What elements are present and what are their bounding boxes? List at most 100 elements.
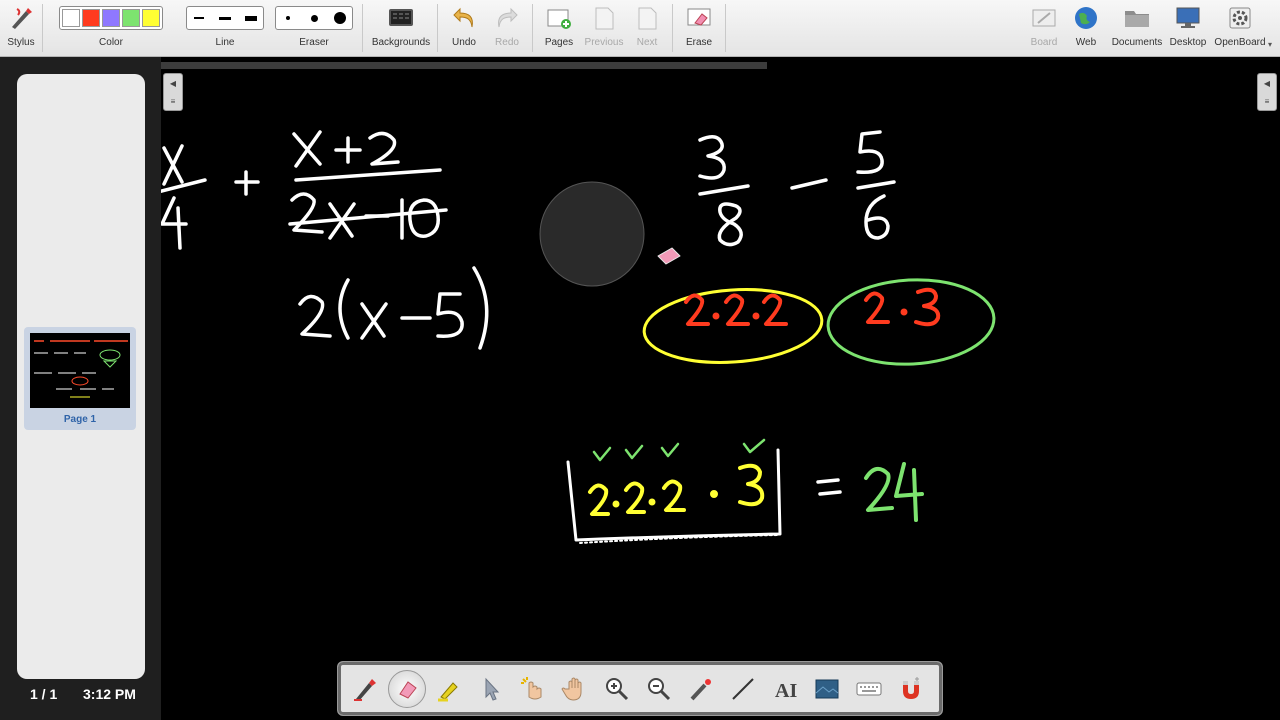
pointer-circle <box>539 181 645 287</box>
fraction-1 <box>161 144 207 250</box>
virtual-keyboard-button[interactable] <box>850 670 888 708</box>
open-paren <box>338 278 350 340</box>
next-label: Next <box>636 37 658 48</box>
factor-8-dot-b <box>752 312 760 320</box>
color-swatch-purple[interactable] <box>102 9 120 27</box>
lcd-factor-2a <box>588 483 610 516</box>
fraction-4 <box>856 130 896 240</box>
lcd-factor-2b <box>624 481 646 514</box>
fraction-2-digit-2 <box>368 131 400 166</box>
strike-through <box>288 208 448 226</box>
openboard-menu-button[interactable]: OpenBoard <box>1212 4 1268 54</box>
pages-button[interactable]: Pages <box>541 4 577 54</box>
line-medium-option[interactable] <box>213 9 237 27</box>
factor-8-two-c <box>762 293 788 326</box>
denominator-6 <box>864 194 890 240</box>
color-swatch-red[interactable] <box>82 9 100 27</box>
lcd-product <box>588 463 765 516</box>
text-tool-button[interactable]: AI <box>766 670 804 708</box>
backgrounds-button[interactable]: Backgrounds <box>370 4 432 54</box>
stylus-label: Stylus <box>7 37 35 48</box>
previous-page-button[interactable]: Previous <box>583 4 625 54</box>
clock: 3:12 PM <box>83 686 136 702</box>
redo-label: Redo <box>495 37 519 48</box>
factor-6 <box>864 287 941 327</box>
pen-tool-button[interactable] <box>346 670 384 708</box>
stylus-button[interactable]: Stylus <box>6 4 36 54</box>
line-tool-button[interactable] <box>724 670 762 708</box>
line-thin-option[interactable] <box>187 9 211 27</box>
main-toolbar: Stylus Color Line Eraser Backgrounds Und… <box>0 0 1280 57</box>
drawing-board[interactable]: ◀ ≡ ◀ ≡ <box>161 57 1280 720</box>
lcd-factor-2c <box>662 479 686 512</box>
close-paren <box>472 266 489 350</box>
color-selector: Color <box>50 4 172 54</box>
page-counter: 1 / 1 <box>30 686 58 702</box>
hand-tool-button[interactable] <box>556 670 594 708</box>
line-thick-option[interactable] <box>239 9 263 27</box>
backgrounds-label: Backgrounds <box>371 37 431 48</box>
line-label: Line <box>215 37 235 48</box>
fraction-2 <box>288 130 448 240</box>
capture-icon <box>815 679 839 699</box>
undo-label: Undo <box>452 37 476 48</box>
laser-pointer-icon <box>690 679 711 701</box>
eraser-medium-option[interactable] <box>302 9 326 27</box>
openboard-label: OpenBoard <box>1214 37 1266 48</box>
color-label: Color <box>99 37 123 48</box>
keyboard-icon <box>856 682 882 696</box>
documents-button[interactable]: Documents <box>1110 4 1164 54</box>
page-thumbnails-panel: Page 1 <box>17 74 145 679</box>
page-thumbnail[interactable]: Page 1 <box>24 327 136 430</box>
color-swatch-white[interactable] <box>62 9 80 27</box>
previous-label: Previous <box>584 37 624 48</box>
factored-expression <box>298 266 489 350</box>
zoom-in-button[interactable] <box>598 670 636 708</box>
play-tool-button[interactable] <box>514 670 552 708</box>
fraction-2-x <box>292 130 322 168</box>
zoom-in-icon <box>606 678 629 701</box>
desktop-button[interactable]: Desktop <box>1168 4 1208 54</box>
web-label: Web <box>1075 37 1097 48</box>
eraser-large-option[interactable] <box>328 9 352 27</box>
board-mode-button[interactable]: Board <box>1026 4 1062 54</box>
line-width-selector: Line <box>186 4 264 54</box>
lcd-dot-a <box>612 500 620 508</box>
eraser-tool-button[interactable] <box>388 670 426 708</box>
zoom-out-button[interactable] <box>640 670 678 708</box>
capture-tool-button[interactable] <box>808 670 846 708</box>
color-swatch-yellow[interactable] <box>142 9 160 27</box>
chevron-down-icon[interactable]: ▾ <box>1268 40 1272 49</box>
highlighter-tool-button[interactable] <box>430 670 468 708</box>
erase-button[interactable]: Erase <box>681 4 717 54</box>
stylus-icon <box>8 4 34 32</box>
redo-button[interactable]: Redo <box>490 4 524 54</box>
lcd-result-2 <box>864 466 894 512</box>
undo-button[interactable]: Undo <box>446 4 482 54</box>
green-circle <box>826 278 996 366</box>
eraser-icon <box>399 681 417 699</box>
factored-5 <box>436 292 464 338</box>
erase-icon <box>685 4 713 32</box>
lcd-result-4 <box>894 462 924 522</box>
fraction-1-denominator-4 <box>161 196 188 250</box>
eraser-small-option[interactable] <box>276 9 300 27</box>
check-mark-icon <box>742 438 766 454</box>
fraction-2-bar <box>294 168 442 182</box>
lcd-factor-3 <box>738 463 765 507</box>
selector-tool-button[interactable] <box>472 670 510 708</box>
magnet-tool-button[interactable] <box>892 670 930 708</box>
arrow-cursor-icon <box>485 677 500 701</box>
laser-pointer-button[interactable] <box>682 670 720 708</box>
fraction-3-bar <box>698 184 750 196</box>
lcd-result <box>864 462 924 522</box>
color-swatch-green[interactable] <box>122 9 140 27</box>
denominator-2 <box>290 192 324 234</box>
magic-hand-icon <box>521 677 542 700</box>
denominator-0 <box>408 198 440 238</box>
eraser-label: Eraser <box>299 37 329 48</box>
check-mark-icon <box>624 444 644 460</box>
next-page-button[interactable]: Next <box>632 4 662 54</box>
web-button[interactable]: Web <box>1068 4 1104 54</box>
highlighter-icon <box>438 682 458 702</box>
